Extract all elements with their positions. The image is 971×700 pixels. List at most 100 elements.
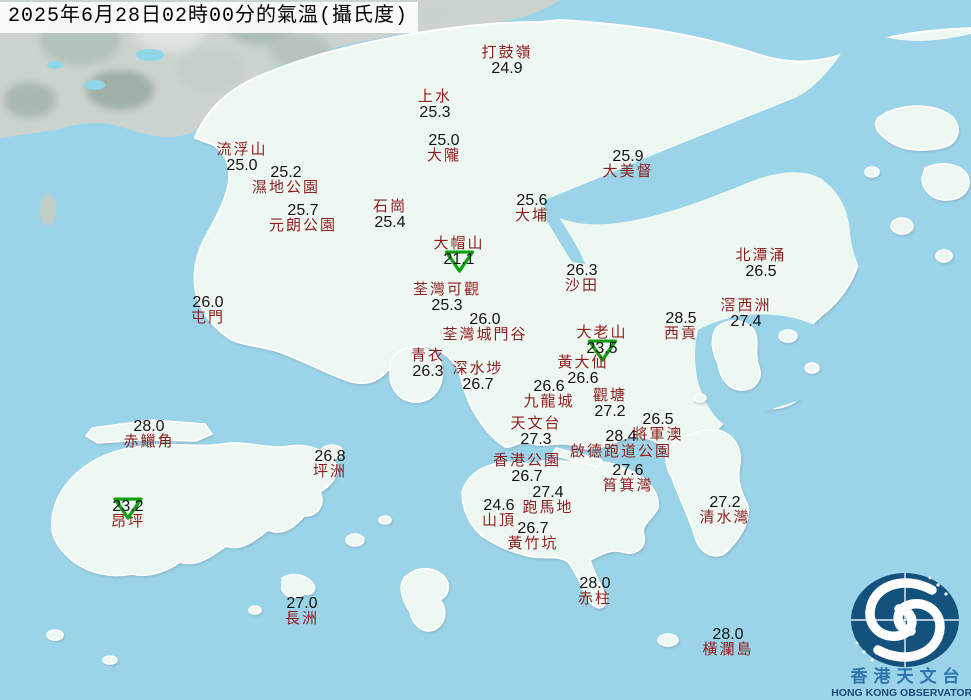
- station-label: 石崗25.4: [373, 200, 407, 232]
- station-label: 香港公園26.7: [493, 454, 561, 486]
- station-value: 27.0: [285, 596, 319, 612]
- temperature-map: 香港天文台 HONG KONG OBSERVATORY 2025年6月28日02…: [0, 0, 971, 700]
- station-value: 25.9: [602, 149, 653, 165]
- station-name: 荃灣可觀: [413, 283, 481, 298]
- station-name: 上水: [418, 90, 452, 105]
- station-name: 沙田: [565, 279, 599, 294]
- station-name: 筲箕灣: [602, 479, 653, 494]
- station-name: 打鼓嶺: [481, 46, 532, 61]
- station-label: 27.6筲箕灣: [602, 463, 653, 495]
- station-label: 28.0橫瀾島: [702, 627, 753, 659]
- station-value: 28.4: [570, 429, 672, 445]
- station-value: 28.0: [578, 576, 612, 592]
- station-label: 28.0赤鱲角: [123, 419, 174, 451]
- station-value: 26.5: [632, 412, 683, 428]
- station-value: 27.2: [699, 495, 750, 511]
- station-label: 28.0赤柱: [578, 576, 612, 608]
- station-name: 長洲: [285, 612, 319, 627]
- logo-name-en: HONG KONG OBSERVATORY: [831, 687, 971, 699]
- station-name: 青衣: [411, 349, 445, 364]
- station-name: 香港公園: [493, 454, 561, 469]
- station-label: 27.2清水灣: [699, 495, 750, 527]
- station-value: 26.7: [507, 521, 558, 537]
- station-value: 27.2: [593, 404, 627, 420]
- station-value: 26.8: [313, 449, 347, 465]
- station-name: 石崗: [373, 200, 407, 215]
- map-title: 2025年6月28日02時00分的氣溫(攝氏度): [0, 2, 418, 33]
- station-label: 25.0大隴: [427, 133, 461, 165]
- station-label: 26.6九龍城: [523, 379, 574, 411]
- station-value: 25.3: [418, 105, 452, 121]
- station-value: 27.3: [510, 432, 561, 448]
- station-value: 26.7: [452, 377, 503, 393]
- station-name: 大隴: [427, 149, 461, 164]
- station-value: 25.0: [427, 133, 461, 149]
- station-label: 天文台27.3: [510, 417, 561, 449]
- station-label: 荃灣可觀25.3: [413, 283, 481, 315]
- logo-name-zh: 香港天文台: [851, 666, 966, 686]
- station-name: 啟德跑道公園: [570, 445, 672, 460]
- station-label: 26.0荃灣城門谷: [442, 312, 527, 344]
- station-name: 元朗公園: [269, 219, 337, 234]
- station-value: 24.9: [481, 61, 532, 77]
- station-value: 26.3: [411, 364, 445, 380]
- station-label: 27.0長洲: [285, 596, 319, 628]
- station-name: 黃竹坑: [507, 537, 558, 552]
- station-label: 26.0屯門: [191, 295, 225, 327]
- station-value: 26.6: [523, 379, 574, 395]
- station-label: 26.7黃竹坑: [507, 521, 558, 553]
- station-name: 觀塘: [593, 389, 627, 404]
- station-value: 24.6: [482, 498, 516, 514]
- station-label: 25.2濕地公園: [252, 165, 320, 197]
- station-name: 跑馬地: [522, 501, 573, 516]
- station-value: 27.4: [720, 314, 771, 330]
- station-value: 26.0: [442, 312, 527, 328]
- station-label: 觀塘27.2: [593, 389, 627, 421]
- station-value: 25.6: [515, 193, 549, 209]
- station-value: 21.1: [433, 252, 484, 268]
- station-label: 26.8坪洲: [313, 449, 347, 481]
- station-value: 28.0: [702, 627, 753, 643]
- station-label: 深水埗26.7: [452, 362, 503, 394]
- station-label: 27.4跑馬地: [522, 485, 573, 517]
- station-value: 26.0: [191, 295, 225, 311]
- hong-kong-map: 香港天文台 HONG KONG OBSERVATORY: [0, 0, 971, 700]
- station-value: 28.0: [123, 419, 174, 435]
- station-value: 28.5: [664, 311, 698, 327]
- station-name: 西貢: [664, 327, 698, 342]
- station-name: 屯門: [191, 311, 225, 326]
- station-name: 赤鱲角: [123, 435, 174, 450]
- station-value: 26.5: [735, 264, 786, 280]
- station-label: 大帽山21.1: [433, 237, 484, 269]
- station-name: 滘西洲: [720, 299, 771, 314]
- station-value: 25.2: [252, 165, 320, 181]
- station-label: 26.3沙田: [565, 263, 599, 295]
- station-name: 清水灣: [699, 511, 750, 526]
- station-name: 九龍城: [523, 395, 574, 410]
- station-label: 25.9大美督: [602, 149, 653, 181]
- station-value: 23.2: [111, 499, 145, 515]
- station-name: 濕地公園: [252, 181, 320, 196]
- station-value: 26.3: [565, 263, 599, 279]
- station-name: 大埔: [515, 209, 549, 224]
- station-label: 23.2昂坪: [111, 499, 145, 531]
- station-name: 坪洲: [313, 465, 347, 480]
- station-label: 青衣26.3: [411, 349, 445, 381]
- station-label: 滘西洲27.4: [720, 299, 771, 331]
- station-value: 27.6: [602, 463, 653, 479]
- station-name: 深水埗: [452, 362, 503, 377]
- station-name: 荃灣城門谷: [442, 328, 527, 343]
- station-value: 27.4: [522, 485, 573, 501]
- station-name: 赤柱: [578, 592, 612, 607]
- station-value: 25.7: [269, 203, 337, 219]
- station-name: 北潭涌: [735, 249, 786, 264]
- station-label: 大老山23.5: [576, 326, 627, 358]
- station-label: 25.6大埔: [515, 193, 549, 225]
- station-label: 北潭涌26.5: [735, 249, 786, 281]
- station-label: 上水25.3: [418, 90, 452, 122]
- station-label: 28.5西貢: [664, 311, 698, 343]
- station-label: 打鼓嶺24.9: [481, 46, 532, 78]
- station-name: 天文台: [510, 417, 561, 432]
- station-name: 橫瀾島: [702, 643, 753, 658]
- station-label: 25.7元朗公園: [269, 203, 337, 235]
